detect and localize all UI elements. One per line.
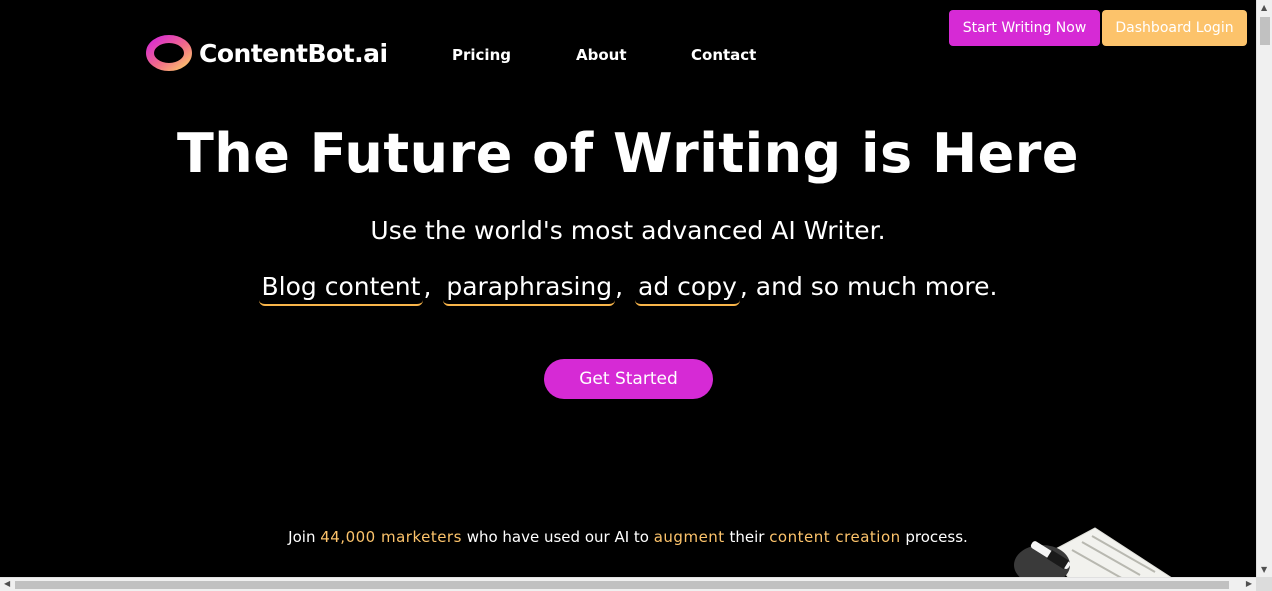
hero-title: The Future of Writing is Here: [176, 122, 1080, 185]
feature-ad-copy: ad copy: [635, 272, 740, 306]
writing-pen-illustration: [1014, 527, 1172, 577]
dashboard-login-button[interactable]: Dashboard Login: [1102, 10, 1247, 46]
vertical-scrollbar[interactable]: ▲ ▼: [1256, 0, 1272, 577]
feature-blog-content: Blog content: [258, 272, 424, 306]
content-creation-text: content creation: [769, 528, 901, 546]
horizontal-scrollbar[interactable]: ◀ ▶: [0, 577, 1256, 591]
scroll-down-icon[interactable]: ▼: [1261, 565, 1267, 574]
logo-text: ContentBot.ai: [199, 38, 388, 68]
augment-text: augment: [653, 528, 725, 546]
scrollbar-corner: [1256, 577, 1272, 591]
scroll-right-icon[interactable]: ▶: [1246, 579, 1252, 588]
scroll-up-icon[interactable]: ▲: [1261, 3, 1267, 12]
hero-subtitle: Use the world's most advanced AI Writer.: [370, 216, 886, 245]
horizontal-scroll-thumb[interactable]: [15, 581, 1229, 589]
logo-ring-icon: [146, 35, 192, 71]
start-writing-button[interactable]: Start Writing Now: [949, 10, 1100, 46]
marketers-count: 44,000 marketers: [320, 528, 462, 546]
hero-features: Blog content, paraphrasing, ad copy, and…: [0, 272, 1256, 306]
scroll-left-icon[interactable]: ◀: [4, 579, 10, 588]
features-tail: , and so much more.: [739, 272, 998, 301]
page-viewport: ContentBot.ai Pricing About Contact Star…: [0, 0, 1256, 577]
get-started-button[interactable]: Get Started: [544, 359, 713, 399]
feature-paraphrasing: paraphrasing: [443, 272, 616, 306]
nav-pricing[interactable]: Pricing: [452, 46, 511, 64]
nav-about[interactable]: About: [576, 46, 627, 64]
logo[interactable]: ContentBot.ai: [146, 35, 388, 71]
vertical-scroll-thumb[interactable]: [1260, 17, 1270, 45]
nav-contact[interactable]: Contact: [691, 46, 756, 64]
